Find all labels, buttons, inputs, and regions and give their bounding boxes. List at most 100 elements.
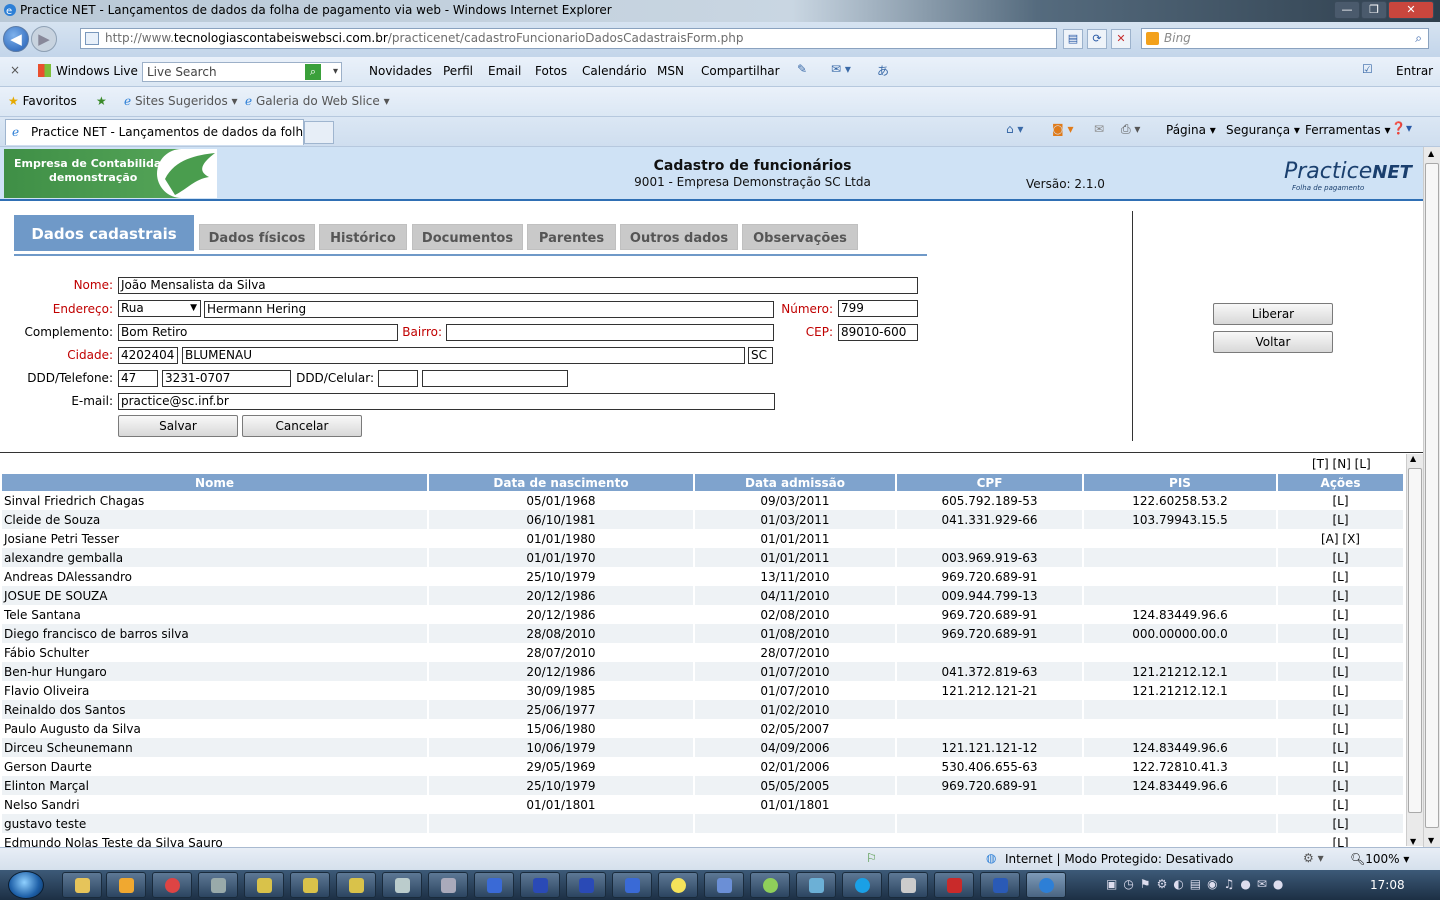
cell-acoes[interactable]: [L]: [1276, 605, 1403, 624]
nome-field[interactable]: João Mensalista da Silva: [118, 277, 918, 294]
table-row[interactable]: Ben-hur Hungaro 20/12/1986 01/07/2010 041.3…: [2, 662, 1403, 681]
liberar-button[interactable]: Liberar: [1213, 303, 1333, 325]
taskbar-app-13[interactable]: [750, 872, 790, 898]
help-icon[interactable]: ❓▾: [1391, 121, 1412, 135]
table-row[interactable]: alexandre gemballa 01/01/1970 01/01/2011 00…: [2, 548, 1403, 567]
tab-observacoes[interactable]: Observações: [742, 224, 858, 250]
maximize-button[interactable]: ❐: [1361, 1, 1387, 19]
cell-acoes[interactable]: [L]: [1276, 719, 1403, 738]
scroll-thumb[interactable]: [1408, 468, 1422, 813]
table-row[interactable]: Dirceu Scheunemann 10/06/1979 04/09/2006 12…: [2, 738, 1403, 757]
salvar-button[interactable]: Salvar: [118, 415, 238, 437]
cell-acoes[interactable]: [L]: [1276, 491, 1403, 510]
cell-acoes[interactable]: [L]: [1276, 510, 1403, 529]
tipo-logradouro-select[interactable]: Rua ▼: [118, 300, 201, 317]
table-row[interactable]: gustavo teste [L]: [2, 814, 1403, 833]
uf-field[interactable]: SC: [748, 347, 773, 364]
taskbar-app-7[interactable]: [474, 872, 514, 898]
add-favorite-icon[interactable]: ★: [96, 94, 107, 108]
taskbar-app-12[interactable]: [704, 872, 744, 898]
cell-acoes[interactable]: [L]: [1276, 814, 1403, 833]
table-row[interactable]: Fábio Schulter 28/07/2010 28/07/2010 [L]: [2, 643, 1403, 662]
stop-icon[interactable]: ✕: [1111, 29, 1131, 49]
cell-acoes[interactable]: [L]: [1276, 738, 1403, 757]
table-row[interactable]: Diego francisco de barros silva 28/08/201…: [2, 624, 1403, 643]
table-row[interactable]: Sinval Friedrich Chagas 05/01/1968 09/03/2…: [2, 491, 1403, 510]
taskbar-app-11[interactable]: [658, 872, 698, 898]
taskbar-acrobat[interactable]: [934, 872, 974, 898]
taskbar-app-1[interactable]: [198, 872, 238, 898]
col-pis[interactable]: PIS: [1082, 474, 1277, 491]
tray-icons[interactable]: ▣◷⚑⚙◐▤◉♫●✉●: [1106, 877, 1289, 891]
taskbar-app-4[interactable]: [336, 872, 376, 898]
table-filter-links[interactable]: [T] [N] [L]: [1312, 457, 1371, 471]
email-field[interactable]: practice@sc.inf.br: [118, 393, 775, 410]
taskbar-app-6[interactable]: [428, 872, 468, 898]
taskbar-app-2[interactable]: [244, 872, 284, 898]
signin-link[interactable]: Entrar: [1396, 64, 1433, 78]
translate-icon[interactable]: あ: [877, 62, 889, 79]
ddd-celular-field[interactable]: [378, 370, 418, 387]
start-button[interactable]: [8, 871, 44, 899]
col-data-nascimento[interactable]: Data de nascimento: [427, 474, 694, 491]
page-scrollbar[interactable]: ▲ ▼: [1423, 147, 1440, 847]
minimize-button[interactable]: —: [1334, 1, 1360, 19]
taskbar-chrome[interactable]: [152, 872, 192, 898]
menu-seguranca[interactable]: Segurança ▾: [1226, 123, 1300, 137]
link-novidades[interactable]: Novidades: [369, 64, 432, 78]
checkbox-icon[interactable]: ☑: [1362, 62, 1373, 76]
feeds-icon[interactable]: ◙ ▾: [1052, 122, 1073, 136]
scroll-thumb[interactable]: [1425, 163, 1439, 828]
favorites-button[interactable]: ★ Favoritos: [8, 94, 77, 108]
address-bar[interactable]: http://www.tecnologiascontabeiswebsci.co…: [80, 28, 1057, 49]
link-perfil[interactable]: Perfil: [443, 64, 473, 78]
search-icon[interactable]: ⌕: [1415, 29, 1422, 48]
scroll-up-arrow[interactable]: ▲: [1410, 454, 1416, 463]
share-icon[interactable]: ✎: [797, 62, 807, 76]
table-row[interactable]: Tele Santana 20/12/1986 02/08/2010 969.720.…: [2, 605, 1403, 624]
taskbar-app-14[interactable]: [796, 872, 836, 898]
cell-acoes[interactable]: [L]: [1276, 795, 1403, 814]
close-window-button[interactable]: ✕: [1388, 1, 1434, 19]
cell-acoes[interactable]: [L]: [1276, 662, 1403, 681]
link-fotos[interactable]: Fotos: [535, 64, 567, 78]
live-search-input[interactable]: Live Search ⌕ ▾: [142, 62, 342, 82]
tab-dados-fisicos[interactable]: Dados físicos: [199, 224, 315, 250]
cell-acoes[interactable]: [L]: [1276, 833, 1403, 847]
cidade-codigo-field[interactable]: 4202404: [118, 347, 178, 364]
cell-acoes[interactable]: [A] [X]: [1276, 529, 1403, 548]
taskbar-app-9[interactable]: [566, 872, 606, 898]
print-icon[interactable]: ⎙ ▾: [1121, 122, 1140, 137]
tab-parentes[interactable]: Parentes: [527, 224, 616, 250]
cell-acoes[interactable]: [L]: [1276, 776, 1403, 795]
tab-outros-dados[interactable]: Outros dados: [620, 224, 738, 250]
menu-pagina[interactable]: Página ▾: [1166, 123, 1216, 137]
telefone-field[interactable]: 3231-0707: [162, 370, 291, 387]
link-msn[interactable]: MSN: [657, 64, 684, 78]
cancelar-button[interactable]: Cancelar: [242, 415, 362, 437]
cell-acoes[interactable]: [L]: [1276, 681, 1403, 700]
home-icon[interactable]: ⌂ ▾: [1006, 122, 1023, 136]
table-row[interactable]: Paulo Augusto da Silva 15/06/1980 02/05/20…: [2, 719, 1403, 738]
windows-live-link[interactable]: Windows Live: [38, 64, 138, 78]
table-row[interactable]: JOSUE DE SOUZA 20/12/1986 04/11/2010 009.94…: [2, 586, 1403, 605]
back-button[interactable]: ◀: [3, 26, 29, 52]
taskbar-app-5[interactable]: [382, 872, 422, 898]
read-mail-icon[interactable]: ✉: [1094, 122, 1104, 136]
link-compartilhar[interactable]: Compartilhar: [701, 64, 780, 78]
refresh-icon[interactable]: ⟳: [1087, 29, 1107, 49]
link-calendario[interactable]: Calendário: [582, 64, 647, 78]
table-row[interactable]: Cleide de Souza 06/10/1981 01/03/2011 041.3…: [2, 510, 1403, 529]
mail-icon[interactable]: ✉ ▾: [831, 62, 851, 76]
table-row[interactable]: Gerson Daurte 29/05/1969 02/01/2006 530.406…: [2, 757, 1403, 776]
table-scrollbar[interactable]: ▲ ▼: [1406, 454, 1423, 846]
close-toolbar-icon[interactable]: ×: [10, 63, 20, 77]
zoom-control[interactable]: 🔍︎100% ▾: [1350, 852, 1409, 866]
search-input[interactable]: Bing ⌕: [1141, 28, 1429, 49]
taskbar-explorer[interactable]: [62, 872, 102, 898]
cell-acoes[interactable]: [L]: [1276, 586, 1403, 605]
table-row[interactable]: Flavio Oliveira 30/09/1985 01/07/2010 121.2…: [2, 681, 1403, 700]
taskbar-app-8[interactable]: [520, 872, 560, 898]
numero-field[interactable]: 799: [838, 300, 918, 317]
cell-acoes[interactable]: [L]: [1276, 567, 1403, 586]
